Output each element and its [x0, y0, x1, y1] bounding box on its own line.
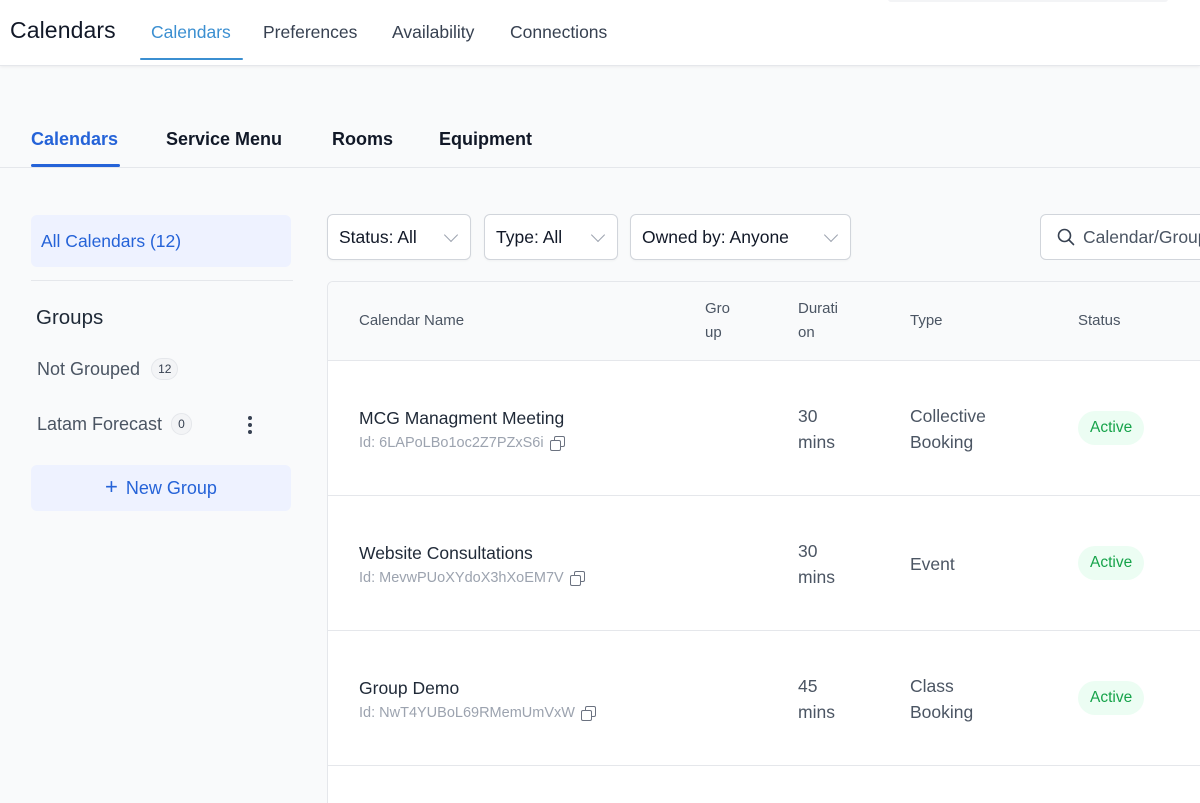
- search-icon: [1057, 228, 1075, 246]
- status-filter[interactable]: Status: All: [327, 214, 471, 260]
- col-group-line: up: [705, 324, 722, 341]
- subtab-rooms[interactable]: Rooms: [332, 129, 393, 150]
- app-title: Calendars: [10, 17, 116, 43]
- col-duration-line: on: [798, 324, 815, 341]
- owned-by-filter-label: Owned by: Anyone: [642, 226, 789, 247]
- type-line: Booking: [910, 432, 974, 452]
- group-label: Not Grouped: [37, 358, 141, 379]
- sidebar-divider: [31, 280, 293, 281]
- col-group: Gro up: [705, 297, 730, 345]
- calendar-id-text: Id: 6LAPoLBo1oc2Z7PZxS6i: [359, 435, 544, 451]
- calendar-name[interactable]: Group Demo: [359, 678, 459, 699]
- duration-value: 30: [798, 406, 818, 426]
- duration-cell: 30 mins: [798, 403, 835, 455]
- duration-unit: mins: [798, 567, 835, 587]
- group-item-not-grouped[interactable]: Not Grouped 12: [37, 358, 179, 380]
- search-input[interactable]: [1083, 226, 1200, 248]
- duration-value: 45: [798, 676, 818, 696]
- type-filter-label: Type: All: [496, 226, 563, 247]
- col-duration-line: Durati: [798, 300, 839, 317]
- type-line: Collective: [910, 406, 986, 426]
- table-row[interactable]: MCG Managment Meeting Id: 6LAPoLBo1oc2Z7…: [328, 361, 1200, 496]
- duration-cell: 45 mins: [798, 673, 835, 725]
- copy-icon[interactable]: [549, 436, 565, 451]
- calendar-name[interactable]: MCG Managment Meeting: [359, 408, 564, 429]
- calendar-id: Id: NwT4YUBoL69RMemUmVxW: [359, 705, 596, 721]
- duration-unit: mins: [798, 432, 835, 452]
- plus-icon: +: [105, 474, 118, 499]
- col-calendar-name: Calendar Name: [359, 312, 465, 329]
- calendar-id-text: Id: NwT4YUBoL69RMemUmVxW: [359, 705, 575, 721]
- duration-unit: mins: [798, 702, 835, 722]
- table-header: Calendar Name Gro up Durati on Type Stat…: [328, 282, 1200, 361]
- col-group-line: Gro: [705, 300, 731, 317]
- subtab-bar: Calendars Service Menu Rooms Equipment: [0, 66, 1200, 168]
- subtab-equipment[interactable]: Equipment: [439, 129, 532, 150]
- new-group-label: New Group: [125, 477, 217, 498]
- status-badge: Active: [1078, 411, 1145, 445]
- tab-calendars[interactable]: Calendars: [151, 22, 231, 43]
- table-row[interactable]: Website Consultations Id: MevwPUoXYdoX3h…: [328, 496, 1200, 631]
- col-duration: Durati on: [798, 297, 838, 345]
- calendar-id-text: Id: MevwPUoXYdoX3hXoEM7V: [359, 570, 564, 586]
- duration-cell: 30 mins: [798, 538, 835, 590]
- active-tab-indicator: [140, 58, 243, 60]
- top-header: Calendars Calendars Preferences Availabi…: [0, 0, 1200, 66]
- chevron-down-icon: [823, 227, 839, 243]
- status-filter-label: Status: All: [339, 226, 417, 247]
- type-cell: Class Booking: [910, 673, 973, 725]
- copy-icon[interactable]: [569, 571, 585, 586]
- status-badge: Active: [1078, 546, 1145, 580]
- calendar-id: Id: 6LAPoLBo1oc2Z7PZxS6i: [359, 435, 565, 451]
- subtab-service-menu[interactable]: Service Menu: [166, 129, 282, 150]
- calendar-id: Id: MevwPUoXYdoX3hXoEM7V: [359, 570, 585, 586]
- header-search-edge: [888, 0, 1168, 2]
- calendar-name[interactable]: Website Consultations: [359, 543, 533, 564]
- col-type: Type: [910, 312, 943, 329]
- tab-availability[interactable]: Availability: [392, 22, 474, 43]
- group-count-badge: 12: [151, 358, 179, 380]
- type-line: Booking: [910, 702, 974, 722]
- col-status: Status: [1078, 312, 1121, 329]
- type-line: Event: [910, 554, 955, 574]
- duration-value: 30: [798, 541, 818, 561]
- chevron-down-icon: [590, 227, 606, 243]
- type-filter[interactable]: Type: All: [484, 214, 618, 260]
- type-line: Class: [910, 676, 954, 696]
- chevron-down-icon: [443, 227, 459, 243]
- all-calendars-item[interactable]: All Calendars (12): [31, 215, 291, 267]
- tab-connections[interactable]: Connections: [510, 22, 607, 43]
- group-count-badge: 0: [171, 413, 192, 435]
- type-cell: Collective Booking: [910, 403, 986, 455]
- owned-by-filter[interactable]: Owned by: Anyone: [630, 214, 851, 260]
- more-options-icon[interactable]: [240, 412, 260, 438]
- status-badge: Active: [1078, 681, 1145, 715]
- subtab-calendars[interactable]: Calendars: [31, 129, 118, 150]
- active-subtab-indicator: [31, 164, 120, 167]
- calendar-search-box[interactable]: [1040, 214, 1200, 260]
- groups-heading: Groups: [36, 306, 104, 329]
- new-group-button[interactable]: + New Group: [31, 465, 291, 511]
- calendars-table: Calendar Name Gro up Durati on Type Stat…: [327, 281, 1200, 803]
- table-row[interactable]: Group Demo Id: NwT4YUBoL69RMemUmVxW 45 m…: [328, 631, 1200, 766]
- group-item-latam-forecast[interactable]: Latam Forecast 0: [37, 413, 192, 435]
- tab-preferences[interactable]: Preferences: [263, 22, 357, 43]
- group-label: Latam Forecast: [37, 413, 163, 434]
- copy-icon[interactable]: [580, 706, 596, 721]
- type-cell: Event: [910, 551, 955, 577]
